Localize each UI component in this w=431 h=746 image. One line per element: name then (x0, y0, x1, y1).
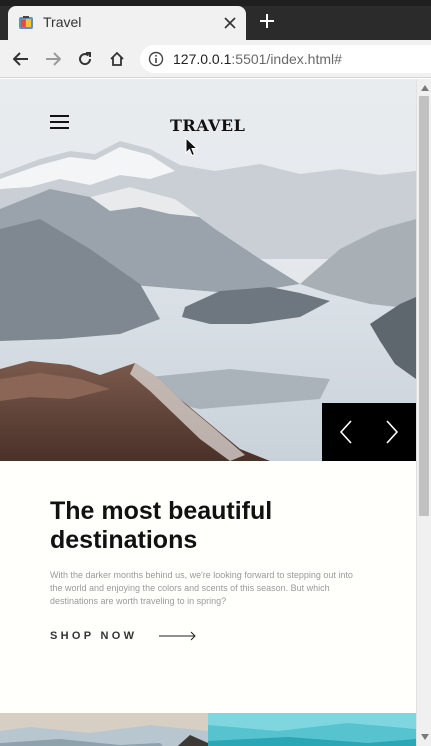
chevron-right-icon (386, 420, 399, 444)
destination-image-1[interactable] (0, 713, 208, 746)
arrow-right-icon (159, 631, 197, 641)
tab-title: Travel (43, 14, 82, 30)
close-icon (224, 17, 236, 29)
browser-tab-strip: Travel (0, 0, 431, 40)
site-logo[interactable]: TRAVEL (170, 116, 245, 135)
intro-paragraph: With the darker months behind us, we're … (50, 570, 353, 606)
shop-now-link[interactable]: SHOP NOW (50, 630, 197, 642)
forward-button[interactable] (41, 48, 65, 70)
triangle-down-icon (420, 734, 429, 740)
browser-tab[interactable]: Travel (8, 6, 246, 40)
headline-line-2: destinations (50, 526, 198, 554)
info-icon[interactable] (148, 51, 164, 67)
home-button[interactable] (105, 48, 129, 70)
address-bar[interactable]: 127.0.0.1:5501/index.html# (140, 45, 431, 73)
new-tab-button[interactable] (256, 10, 278, 32)
reload-button[interactable] (73, 48, 97, 70)
back-arrow-icon (13, 52, 28, 66)
hero-slider: TRAVEL (0, 79, 416, 461)
scrollbar-thumb[interactable] (419, 96, 429, 516)
back-button[interactable] (9, 48, 33, 70)
url-host: 127.0.0.1 (173, 51, 232, 67)
destination-thumbnails (0, 713, 416, 746)
reload-icon (79, 52, 92, 66)
travel-favicon-icon (19, 16, 33, 29)
scroll-up-button[interactable] (417, 81, 431, 95)
slider-controls (322, 403, 416, 461)
home-icon (110, 51, 124, 66)
destination-image-2[interactable] (208, 713, 416, 746)
browser-toolbar: 127.0.0.1:5501/index.html# (0, 40, 431, 78)
chevron-left-icon (339, 420, 352, 444)
triangle-up-icon (420, 85, 429, 91)
page-headline: The most beautiful destinations (50, 497, 370, 555)
mouse-cursor-icon (185, 137, 199, 157)
shop-now-label: SHOP NOW (50, 630, 138, 642)
hamburger-menu-icon[interactable] (50, 115, 70, 131)
page-viewport: TRAVEL The most beautiful destinations W… (0, 79, 416, 746)
page-scrollbar[interactable] (416, 79, 431, 746)
forward-arrow-icon (46, 52, 61, 66)
headline-line-1: The most beautiful (50, 497, 273, 525)
close-tab-button[interactable] (220, 13, 240, 33)
scroll-down-button[interactable] (417, 730, 431, 744)
slider-next-button[interactable] (380, 417, 404, 447)
slider-prev-button[interactable] (334, 417, 358, 447)
url-path: :5501/index.html# (231, 51, 342, 67)
plus-icon (260, 14, 274, 28)
url-text[interactable]: 127.0.0.1:5501/index.html# (173, 51, 342, 67)
